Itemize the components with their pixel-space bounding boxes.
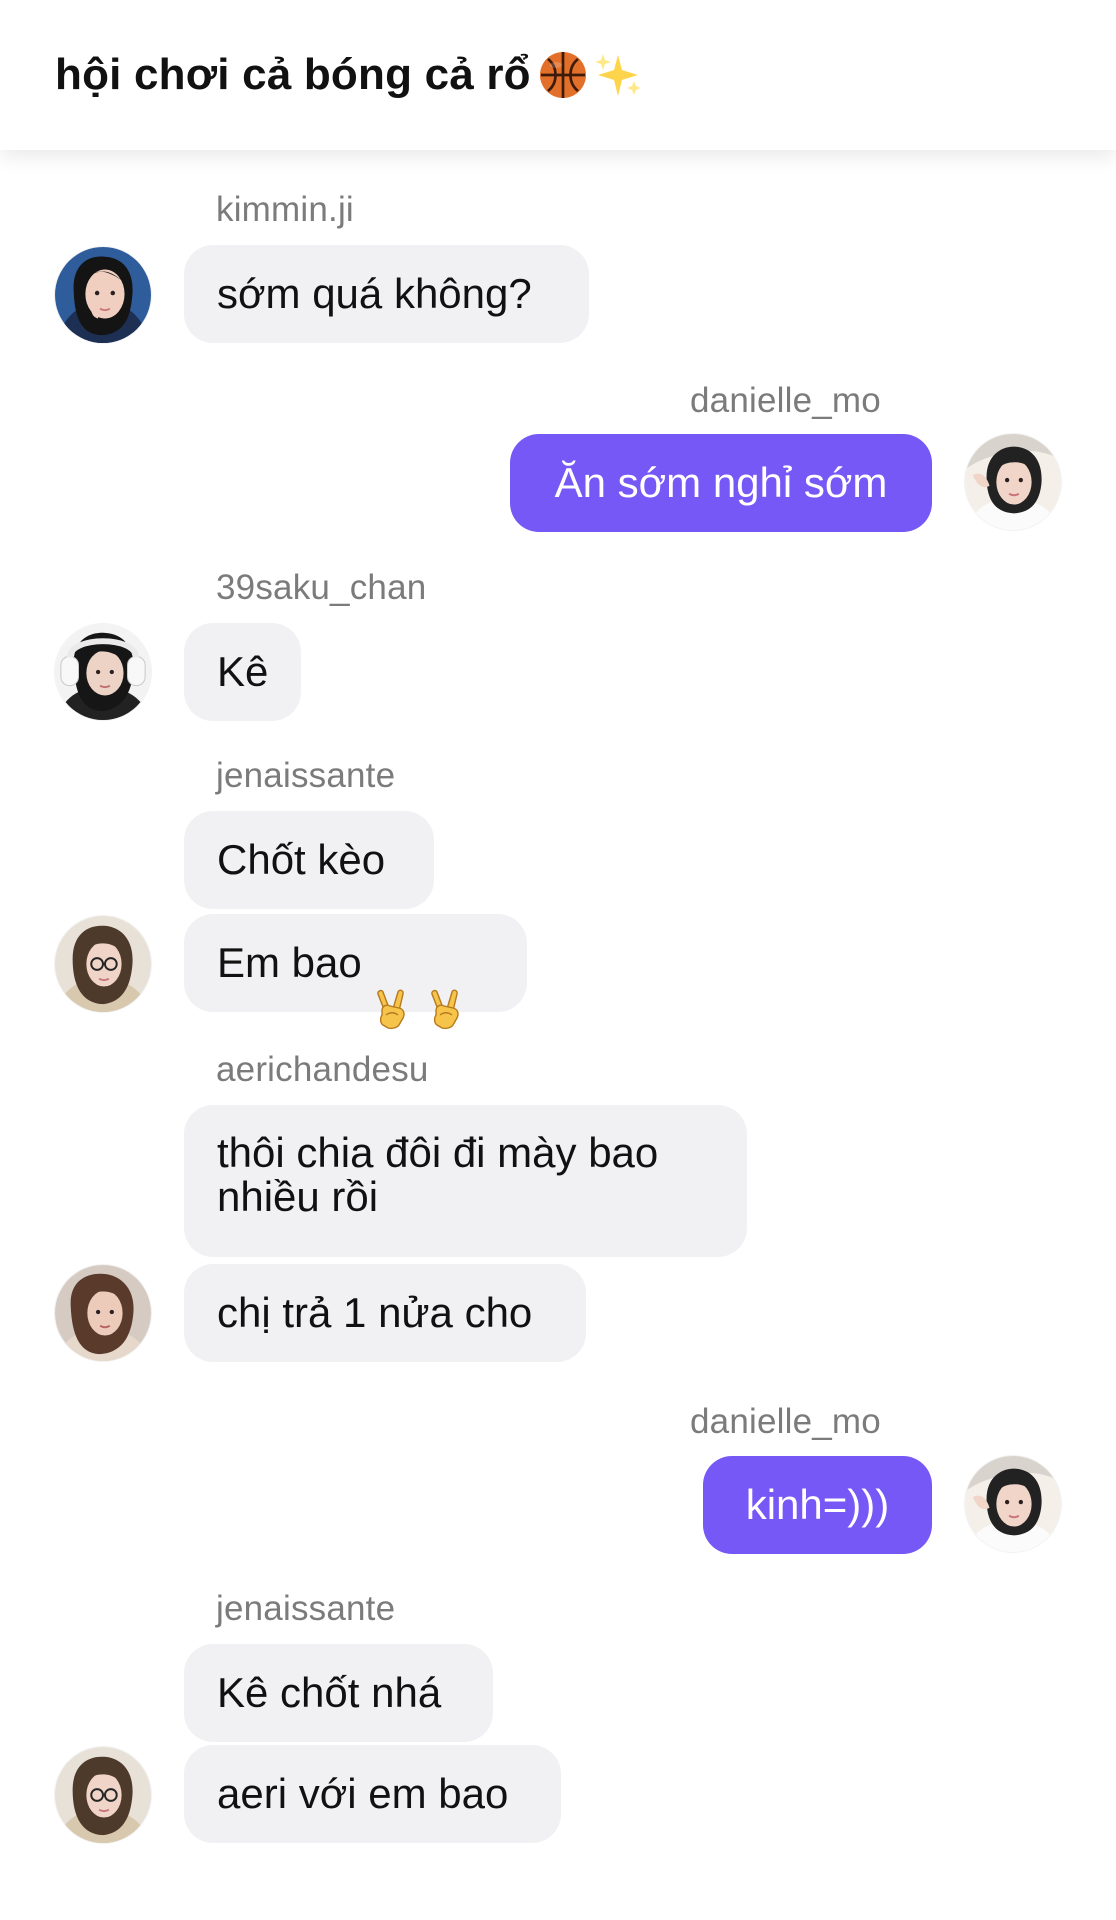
message-bubble[interactable]: chị trả 1 nửa cho — [184, 1264, 586, 1362]
message-text: kinh=))) — [745, 1481, 890, 1529]
avatar[interactable] — [54, 246, 152, 344]
chat-header: hội chơi cả bóng cả rổ — [0, 0, 1116, 150]
chat-title-row: hội chơi cả bóng cả rổ — [55, 47, 643, 103]
message-text: chị trả 1 nửa cho — [217, 1289, 533, 1337]
message-text: Ăn sớm nghỉ sớm — [554, 459, 888, 507]
avatar[interactable] — [54, 1264, 152, 1362]
message-text: Chốt kèo — [217, 836, 386, 884]
sparkles-icon — [593, 50, 643, 100]
sender-name: jenaissante — [216, 1589, 396, 1628]
message-bubble[interactable]: aeri với em bao — [184, 1745, 561, 1843]
message-bubble[interactable]: thôi chia đôi đi mày bao nhiều rồi — [184, 1105, 747, 1257]
message-bubble[interactable]: Chốt kèo — [184, 811, 434, 909]
message-text: aeri với em bao — [217, 1770, 509, 1818]
message-text: thôi chia đôi đi mày bao nhiều rồi — [217, 1129, 659, 1221]
avatar[interactable] — [54, 915, 152, 1013]
message-bubble[interactable]: kinh=))) — [703, 1456, 932, 1554]
message-bubble[interactable]: Kê chốt nhá — [184, 1644, 493, 1742]
victory-hand-icon — [368, 939, 416, 1030]
message-content: Em bao — [217, 939, 470, 1030]
message-text: Kê — [217, 648, 269, 696]
chat-title: hội chơi cả bóng cả rổ — [55, 50, 531, 99]
sender-name: jenaissante — [216, 756, 396, 795]
sender-name: danielle_mo — [690, 1402, 881, 1441]
message-bubble[interactable]: sớm quá không? — [184, 245, 589, 343]
avatar[interactable] — [54, 623, 152, 721]
avatar[interactable] — [964, 1455, 1062, 1553]
message-list[interactable]: kimmin.ji sớm quá không? danielle_mo Ăn … — [0, 150, 1116, 1920]
sender-name: aerichandesu — [216, 1050, 429, 1089]
message-text: Kê chốt nhá — [217, 1669, 442, 1717]
avatar[interactable] — [964, 433, 1062, 531]
sender-name: kimmin.ji — [216, 190, 354, 229]
message-text: sớm quá không? — [217, 270, 532, 318]
basketball-icon — [538, 50, 588, 100]
message-text: Em bao — [217, 939, 362, 987]
avatar[interactable] — [54, 1746, 152, 1844]
message-bubble[interactable]: Em bao — [184, 914, 527, 1030]
message-bubble[interactable]: Ăn sớm nghỉ sớm — [510, 434, 932, 532]
sender-name: 39saku_chan — [216, 568, 427, 607]
victory-hand-icon — [422, 939, 470, 1030]
sender-name: danielle_mo — [690, 381, 881, 420]
message-bubble[interactable]: Kê — [184, 623, 301, 721]
